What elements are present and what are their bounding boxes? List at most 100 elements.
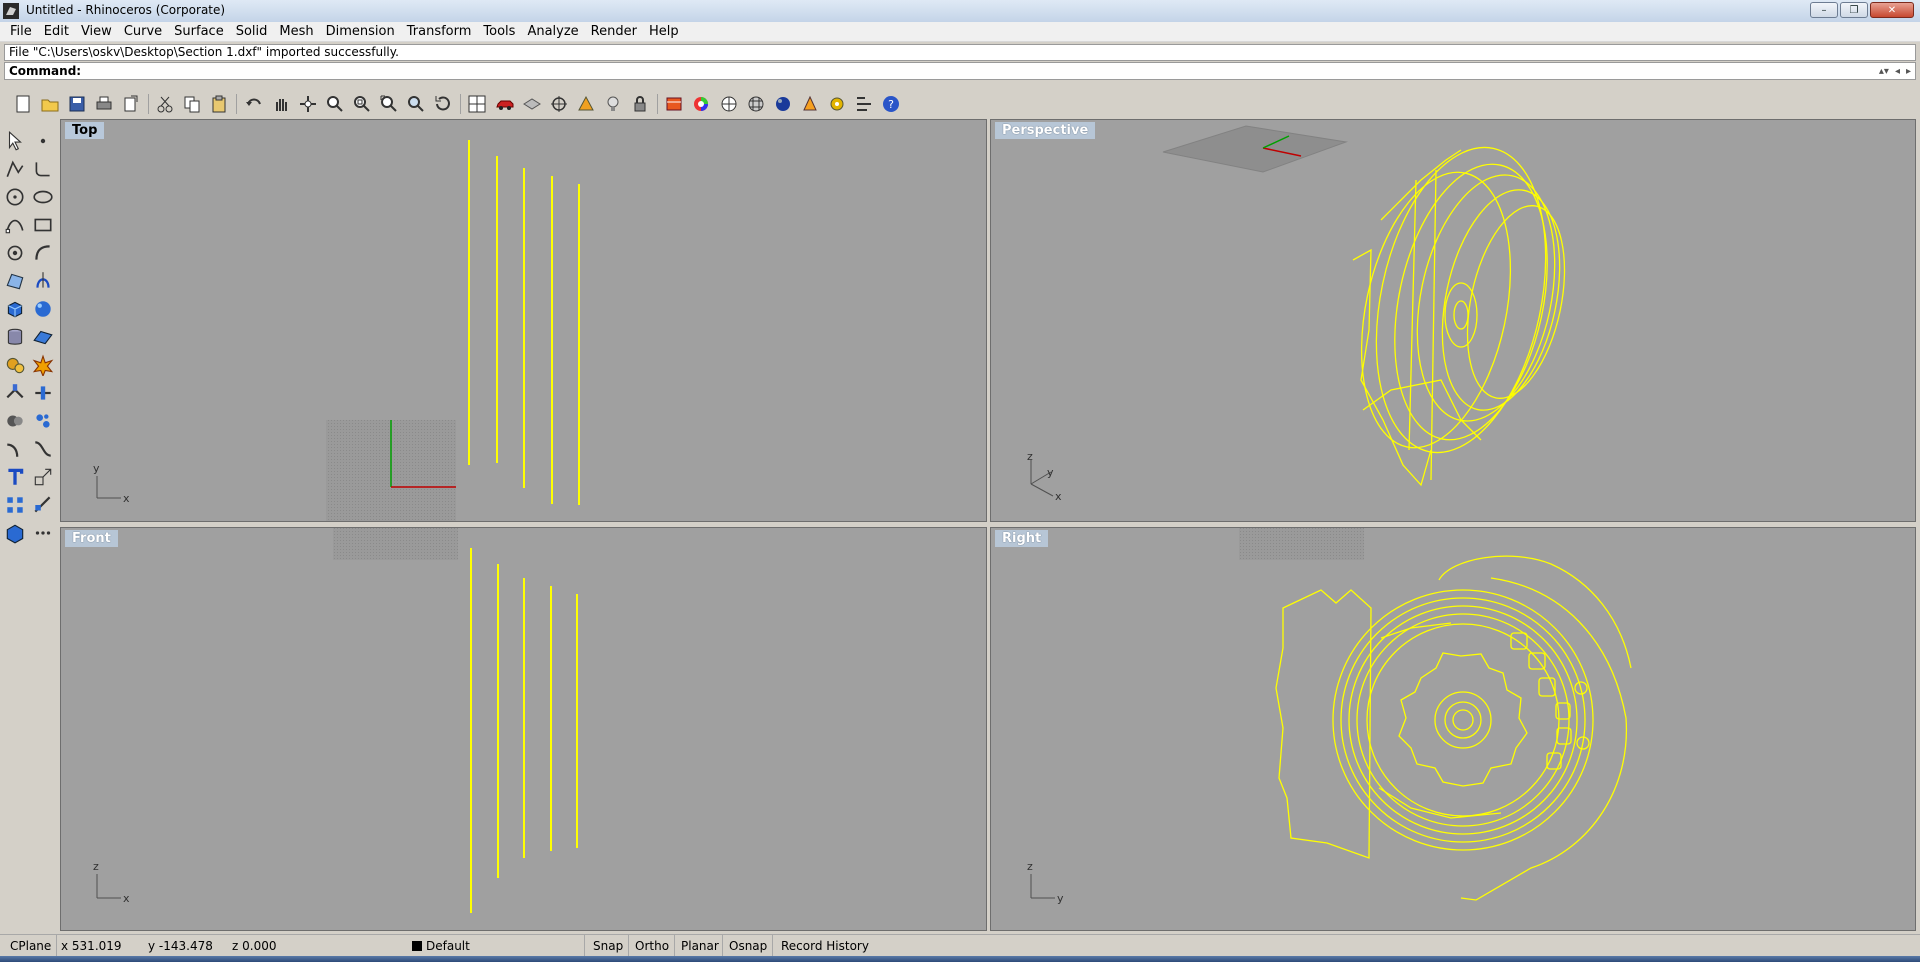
light-bulb-icon[interactable] <box>601 92 626 116</box>
zoom-selected-icon[interactable] <box>404 92 429 116</box>
menu-dimension[interactable]: Dimension <box>320 22 401 42</box>
cplane-indicator[interactable]: CPlane <box>10 935 51 957</box>
curve-edit-icon[interactable] <box>1 211 29 239</box>
osnap-icon[interactable] <box>546 92 571 116</box>
viewport-title-perspective[interactable]: Perspective <box>995 122 1096 139</box>
surface-icon[interactable] <box>1 267 29 295</box>
explode-icon[interactable] <box>29 351 57 379</box>
rendered-icon[interactable] <box>743 92 768 116</box>
render-sphere-icon[interactable] <box>770 92 795 116</box>
menu-view[interactable]: View <box>75 22 118 42</box>
undo-icon[interactable] <box>241 92 266 116</box>
four-viewports-icon[interactable] <box>465 92 490 116</box>
minimize-button[interactable]: – <box>1810 2 1838 18</box>
top-viewport-canvas[interactable]: y x <box>61 120 987 522</box>
menu-surface[interactable]: Surface <box>168 22 230 42</box>
viewport-front[interactable]: z x Front <box>60 527 987 931</box>
properties-icon[interactable] <box>852 92 877 116</box>
fillet-icon[interactable] <box>29 155 57 183</box>
cylinder-icon[interactable] <box>1 323 29 351</box>
wheel-assembly-wireframe[interactable] <box>1338 132 1580 487</box>
boolean-gear-icon[interactable] <box>1 351 29 379</box>
zoom-extents-icon[interactable] <box>377 92 402 116</box>
menu-tools[interactable]: Tools <box>477 22 521 42</box>
menu-edit[interactable]: Edit <box>38 22 75 42</box>
open-folder-icon[interactable] <box>37 92 62 116</box>
viewport-top[interactable]: y x Top <box>60 119 987 522</box>
export-icon[interactable] <box>119 92 144 116</box>
layer-pane[interactable]: Default <box>412 935 470 957</box>
viewport-perspective[interactable]: z y x Perspective <box>990 119 1916 522</box>
polyline-icon[interactable] <box>1 155 29 183</box>
box-tools-icon[interactable] <box>1 519 29 547</box>
menu-render[interactable]: Render <box>585 22 643 42</box>
perspective-viewport-canvas[interactable]: z y x <box>991 120 1916 522</box>
rhino-app-icon[interactable] <box>3 3 19 19</box>
group-icon[interactable] <box>29 407 57 435</box>
wheel-section-profile[interactable] <box>1275 555 1632 901</box>
snap-toggle[interactable]: Snap <box>584 935 631 957</box>
shade-icon[interactable] <box>716 92 741 116</box>
scale-icon[interactable] <box>29 463 57 491</box>
menu-analyze[interactable]: Analyze <box>521 22 584 42</box>
point-icon[interactable] <box>29 127 57 155</box>
front-viewport-canvas[interactable]: z x <box>61 528 987 931</box>
layer-icon[interactable] <box>662 92 687 116</box>
print-icon[interactable] <box>91 92 116 116</box>
ortho-toggle[interactable]: Ortho <box>628 935 675 957</box>
car-icon[interactable] <box>492 92 517 116</box>
osnap-toggle[interactable]: Osnap <box>722 935 773 957</box>
rectangle-icon[interactable] <box>29 211 57 239</box>
viewport-title-front[interactable]: Front <box>65 530 118 547</box>
zoom-icon[interactable] <box>322 92 347 116</box>
menu-curve[interactable]: Curve <box>118 22 168 42</box>
viewport-right[interactable]: z y Right <box>990 527 1916 931</box>
menu-help[interactable]: Help <box>643 22 685 42</box>
sphere-icon[interactable] <box>29 295 57 323</box>
right-viewport-canvas[interactable]: z y <box>991 528 1916 931</box>
pan-hand-icon[interactable] <box>268 92 293 116</box>
menu-mesh[interactable]: Mesh <box>273 22 319 42</box>
copy-icon[interactable] <box>180 92 205 116</box>
menu-transform[interactable]: Transform <box>401 22 478 42</box>
blend-icon[interactable] <box>29 435 57 463</box>
ellipse-icon[interactable] <box>29 183 57 211</box>
close-button[interactable]: ✕ <box>1870 2 1914 18</box>
transform-icon[interactable] <box>29 491 57 519</box>
new-file-icon[interactable] <box>10 92 35 116</box>
dots-icon[interactable] <box>29 519 57 547</box>
array-icon[interactable] <box>1 491 29 519</box>
select-arrow-icon[interactable] <box>1 127 29 155</box>
arc-icon[interactable] <box>29 239 57 267</box>
paste-icon[interactable] <box>207 92 232 116</box>
lock-icon[interactable] <box>628 92 653 116</box>
text-icon[interactable] <box>1 463 29 491</box>
rotate-view-icon[interactable] <box>295 92 320 116</box>
split-icon[interactable] <box>29 379 57 407</box>
plane-icon[interactable] <box>29 323 57 351</box>
point-edit-icon[interactable] <box>1 239 29 267</box>
revolve-icon[interactable] <box>29 267 57 295</box>
trim-icon[interactable] <box>1 379 29 407</box>
fillet-curve-icon[interactable] <box>1 435 29 463</box>
section-curves[interactable] <box>470 548 578 913</box>
color-wheel-icon[interactable] <box>689 92 714 116</box>
command-history[interactable]: File "C:\Users\oskv\Desktop\Section 1.dx… <box>4 44 1916 61</box>
command-line[interactable]: Command: ▴▾ ◂ ▸ <box>4 62 1916 80</box>
section-curves[interactable] <box>468 140 580 505</box>
zoom-window-icon[interactable] <box>349 92 374 116</box>
menu-file[interactable]: File <box>4 22 38 42</box>
material-icon[interactable] <box>797 92 822 116</box>
spin-icon[interactable]: ▴▾ <box>1879 64 1889 80</box>
circle-icon[interactable] <box>1 183 29 211</box>
next-arrow-icon[interactable]: ▸ <box>1906 64 1911 80</box>
menu-solid[interactable]: Solid <box>230 22 274 42</box>
planar-toggle[interactable]: Planar <box>674 935 725 957</box>
box-icon[interactable] <box>1 295 29 323</box>
grid-icon[interactable] <box>519 92 544 116</box>
record-history-toggle[interactable]: Record History <box>772 935 877 957</box>
rotate-icon[interactable] <box>431 92 456 116</box>
viewport-title-right[interactable]: Right <box>995 530 1049 547</box>
cut-icon[interactable] <box>153 92 178 116</box>
help-icon[interactable]: ? <box>879 92 904 116</box>
